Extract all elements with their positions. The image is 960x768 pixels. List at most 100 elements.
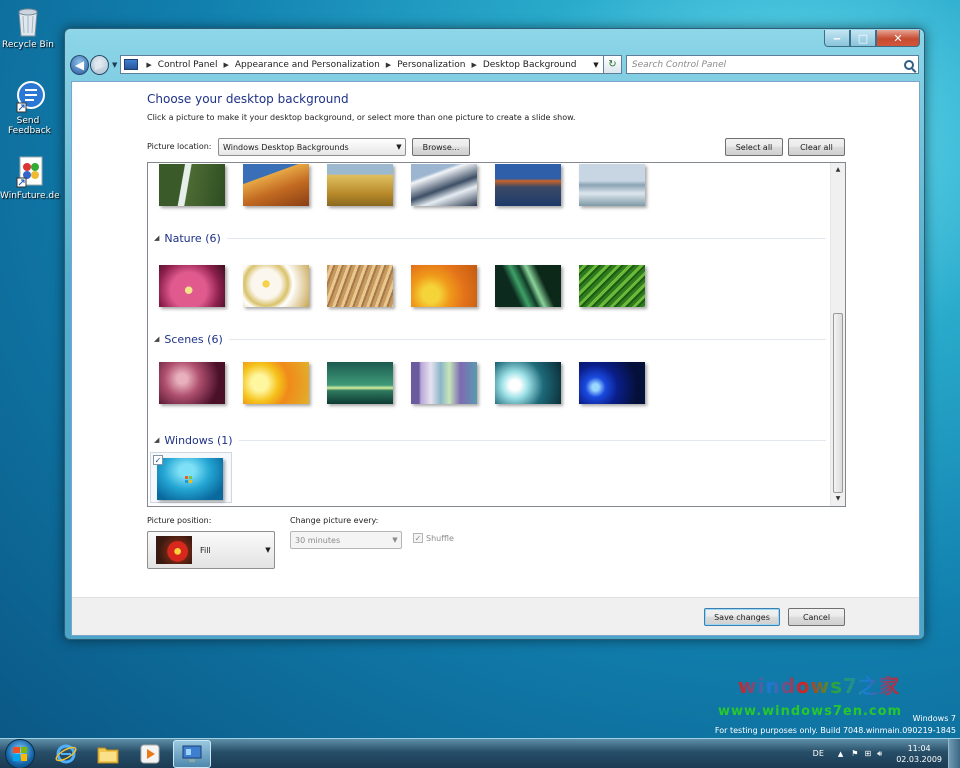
wallpaper-thumbnail[interactable] (579, 362, 645, 404)
wallpaper-thumbnail[interactable] (157, 458, 223, 500)
wallpaper-thumbnail[interactable] (243, 164, 309, 206)
collapse-triangle-icon[interactable]: ◢ (154, 436, 159, 444)
caption-buttons: ‒ □ ✕ (824, 30, 920, 47)
picture-gallery: ◢ Nature (6) ◢ Scenes (6) ◢ Windows (1) … (147, 162, 846, 507)
show-hidden-icons-icon[interactable]: ▲ (838, 750, 843, 758)
picture-location-select[interactable]: Windows Desktop Backgrounds ▼ (218, 138, 406, 156)
breadcrumb-control-panel[interactable]: Control Panel (158, 60, 218, 70)
feedback-icon (11, 80, 45, 114)
start-button[interactable] (5, 738, 35, 768)
address-bar[interactable]: ▶ Control Panel ▶ Appearance and Persona… (120, 55, 604, 74)
chevron-down-icon: ▼ (396, 143, 402, 151)
group-divider (226, 237, 826, 239)
wallpaper-thumbnail[interactable] (495, 265, 561, 307)
network-icon[interactable]: ⊞ (864, 749, 871, 758)
group-header-nature[interactable]: ◢ Nature (6) (154, 231, 826, 245)
wallpaper-thumbnail[interactable] (243, 265, 309, 307)
action-center-flag-icon[interactable]: ⚑ (851, 749, 858, 758)
taskbar-media-player[interactable] (131, 740, 169, 768)
change-picture-interval-select[interactable]: 30 minutes ▼ (290, 531, 402, 549)
forward-button[interactable]: ▶ (90, 54, 109, 75)
close-button[interactable]: ✕ (876, 30, 920, 47)
taskbar-internet-explorer[interactable] (47, 740, 85, 768)
checkbox-check-icon: ✓ (413, 533, 423, 543)
breadcrumb-separator-icon[interactable]: ▶ (471, 61, 476, 69)
select-all-button[interactable]: Select all (725, 138, 783, 156)
breadcrumb-separator-icon[interactable]: ▶ (146, 61, 151, 69)
selected-wallpaper-item[interactable]: ✓ (150, 452, 232, 503)
breadcrumb-separator-icon[interactable]: ▶ (386, 61, 391, 69)
group-header-scenes[interactable]: ◢ Scenes (6) (154, 332, 826, 346)
desktop-icon-recycle-bin[interactable]: Recycle Bin (0, 4, 56, 50)
search-input[interactable]: Search Control Panel (625, 55, 920, 74)
taskbar-windows-explorer[interactable] (89, 740, 127, 768)
clear-all-button[interactable]: Clear all (788, 138, 845, 156)
folder-icon (97, 747, 119, 763)
gallery-scrollbar[interactable]: ▲ ▼ (830, 163, 845, 506)
minimize-button[interactable]: ‒ (824, 30, 850, 47)
wallpaper-thumbnail[interactable] (327, 362, 393, 404)
language-indicator[interactable]: DE (813, 749, 824, 758)
wallpaper-thumbnail[interactable] (327, 164, 393, 206)
wallpaper-thumbnail[interactable] (579, 164, 645, 206)
scrollbar-thumb[interactable] (833, 313, 843, 493)
control-panel-icon (124, 59, 139, 70)
recent-pages-dropdown-icon[interactable]: ▼ (112, 61, 117, 69)
shuffle-label: Shuffle (426, 533, 454, 543)
desktop-icon-winfuture[interactable]: WinFuture.de (0, 155, 60, 201)
group-title: Windows (1) (164, 433, 233, 447)
wallpaper-thumbnail[interactable] (495, 164, 561, 206)
wallpaper-thumbnail[interactable] (159, 265, 225, 307)
clock[interactable]: 11:04 02.03.2009 (896, 743, 942, 765)
refresh-button[interactable]: ↻ (603, 55, 622, 74)
scroll-down-icon[interactable]: ▼ (831, 492, 845, 506)
desktop-icon-label: Send Feedback (8, 116, 51, 136)
maximize-button[interactable]: □ (850, 30, 876, 47)
group-title: Scenes (6) (164, 332, 223, 346)
position-preview-image (156, 536, 192, 564)
back-button[interactable]: ◀ (70, 54, 89, 75)
save-changes-button[interactable]: Save changes (704, 608, 780, 626)
wallpaper-thumbnail[interactable] (411, 362, 477, 404)
desktop-icon-label: WinFuture.de (0, 191, 60, 201)
breadcrumb-appearance[interactable]: Appearance and Personalization (235, 60, 380, 70)
breadcrumb-desktop-background[interactable]: Desktop Background (483, 60, 577, 70)
cancel-button[interactable]: Cancel (788, 608, 845, 626)
wallpaper-thumbnail[interactable] (579, 265, 645, 307)
clock-date: 02.03.2009 (896, 754, 942, 764)
breadcrumb-separator-icon[interactable]: ▶ (223, 61, 228, 69)
desktop-background-window: ‒ □ ✕ ◀ ▶ ▼ ▶ Control Panel ▶ Appearance… (64, 28, 925, 640)
chevron-down-icon: ▼ (392, 536, 398, 544)
taskbar-control-panel[interactable] (173, 739, 211, 768)
address-dropdown-icon[interactable]: ▼ (589, 61, 603, 69)
picture-location-value: Windows Desktop Backgrounds (223, 142, 349, 152)
wallpaper-thumbnail[interactable] (411, 265, 477, 307)
wallpaper-thumbnail[interactable] (411, 164, 477, 206)
media-player-icon (140, 744, 160, 763)
collapse-triangle-icon[interactable]: ◢ (154, 335, 159, 343)
watermark-title: windows7之家 (738, 670, 900, 699)
control-panel-icon (182, 745, 202, 762)
wallpaper-thumbnail[interactable] (243, 362, 309, 404)
show-desktop-button[interactable] (948, 738, 960, 768)
scroll-up-icon[interactable]: ▲ (831, 163, 845, 177)
search-icon[interactable] (904, 59, 915, 70)
forward-arrow-icon: ▶ (94, 57, 105, 72)
wallpaper-thumbnail[interactable] (327, 265, 393, 307)
shuffle-checkbox[interactable]: ✓ Shuffle (413, 533, 454, 543)
wallpaper-thumbnail[interactable] (159, 164, 225, 206)
group-header-windows[interactable]: ◢ Windows (1) (154, 433, 826, 447)
wallpaper-thumbnail[interactable] (159, 362, 225, 404)
browse-button[interactable]: Browse... (412, 138, 470, 156)
volume-icon[interactable]: 🔊︎ (877, 749, 882, 759)
breadcrumb-personalization[interactable]: Personalization (397, 60, 465, 70)
clock-time: 11:04 (907, 743, 931, 753)
wallpaper-checkbox[interactable]: ✓ (153, 455, 163, 465)
change-picture-value: 30 minutes (295, 535, 341, 545)
wallpaper-thumbnail[interactable] (495, 362, 561, 404)
desktop-icon-send-feedback[interactable]: Send Feedback (0, 80, 56, 136)
desktop-icon-label: Recycle Bin (2, 40, 54, 50)
picture-position-select[interactable]: Fill ▼ (147, 531, 275, 569)
collapse-triangle-icon[interactable]: ◢ (154, 234, 159, 242)
change-picture-label: Change picture every: (290, 516, 379, 525)
